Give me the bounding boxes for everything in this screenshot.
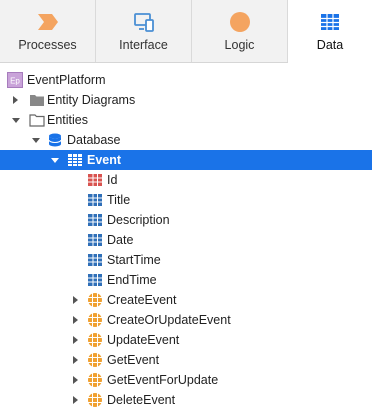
entity-action-icon — [88, 353, 102, 367]
expand-arrow-icon[interactable] — [73, 296, 78, 304]
attribute-icon — [88, 214, 102, 226]
tree-item-event-entity[interactable]: Event — [0, 150, 372, 170]
tree-item-label: Title — [107, 193, 131, 207]
tree-item-label: StartTime — [107, 253, 161, 267]
tree-item-label: CreateOrUpdateEvent — [107, 313, 231, 327]
database-icon — [48, 133, 62, 147]
tree-item-action-updateevent[interactable]: UpdateEvent — [0, 330, 372, 350]
logic-icon — [229, 12, 250, 32]
id-attribute-icon — [88, 174, 102, 186]
tree-item-action-createevent[interactable]: CreateEvent — [0, 290, 372, 310]
tab-data[interactable]: Data — [288, 0, 372, 63]
data-icon — [321, 14, 339, 30]
tree-item-label: Description — [107, 213, 170, 227]
tree-item-action-createorupdateevent[interactable]: CreateOrUpdateEvent — [0, 310, 372, 330]
tab-interface[interactable]: Interface — [96, 0, 192, 62]
tree-item-action-geteventforupdate[interactable]: GetEventForUpdate — [0, 370, 372, 390]
entity-action-icon — [88, 313, 102, 327]
tab-bar: Processes Interface Logic Data — [0, 0, 372, 63]
expand-arrow-icon[interactable] — [73, 376, 78, 384]
tree-item-attribute-date[interactable]: Date — [0, 230, 372, 250]
tab-processes[interactable]: Processes — [0, 0, 96, 62]
tree-item-database[interactable]: Database — [0, 130, 372, 150]
entity-action-icon — [88, 393, 102, 407]
tree-item-entity-diagrams[interactable]: Entity Diagrams — [0, 90, 372, 110]
tree-item-label: Id — [107, 173, 118, 187]
tree-item-attribute-id[interactable]: Id — [0, 170, 372, 190]
tree-item-label: UpdateEvent — [107, 333, 180, 347]
tree-item-action-getevent[interactable]: GetEvent — [0, 350, 372, 370]
tree-item-attribute-starttime[interactable]: StartTime — [0, 250, 372, 270]
attribute-icon — [88, 194, 102, 206]
entity-action-icon — [88, 333, 102, 347]
tab-logic[interactable]: Logic — [192, 0, 288, 62]
tree-item-label: CreateEvent — [107, 293, 177, 307]
tree-item-entities[interactable]: Entities — [0, 110, 372, 130]
tree-item-attribute-description[interactable]: Description — [0, 210, 372, 230]
collapse-arrow-icon[interactable] — [12, 118, 20, 123]
attribute-icon — [88, 274, 102, 286]
tree-item-label: Database — [67, 133, 121, 147]
app-icon: Ep — [7, 72, 23, 88]
folder-icon — [29, 114, 45, 127]
app-icon-badge: Ep — [10, 77, 20, 86]
processes-icon — [37, 14, 58, 30]
expand-arrow-icon[interactable] — [73, 316, 78, 324]
tab-logic-label: Logic — [224, 38, 255, 52]
tree-item-label: Entities — [47, 113, 88, 127]
tree-item-eventplatform[interactable]: Ep EventPlatform — [0, 70, 372, 90]
tab-interface-label: Interface — [119, 38, 168, 52]
collapse-arrow-icon[interactable] — [32, 138, 40, 143]
tree-item-attribute-title[interactable]: Title — [0, 190, 372, 210]
expand-arrow-icon[interactable] — [73, 336, 78, 344]
tree-item-label: GetEventForUpdate — [107, 373, 219, 387]
tree-item-label: EventPlatform — [27, 73, 106, 87]
tree-item-action-deleteevent[interactable]: DeleteEvent — [0, 390, 372, 410]
interface-icon — [133, 13, 154, 32]
tree-item-label: GetEvent — [107, 353, 160, 367]
expand-arrow-icon[interactable] — [73, 356, 78, 364]
attribute-icon — [88, 234, 102, 246]
tab-data-label: Data — [316, 38, 344, 52]
tree-item-label: DeleteEvent — [107, 393, 176, 407]
tree-item-label: Event — [87, 153, 122, 167]
tree-item-label: Entity Diagrams — [47, 93, 136, 107]
expand-arrow-icon[interactable] — [13, 96, 18, 104]
folder-icon — [30, 95, 44, 106]
entity-table-icon — [68, 154, 82, 166]
attribute-icon — [88, 254, 102, 266]
entity-action-icon — [88, 293, 102, 307]
tab-processes-label: Processes — [18, 38, 77, 52]
collapse-arrow-icon[interactable] — [51, 158, 59, 163]
tree-item-label: EndTime — [107, 273, 157, 287]
tree-item-label: Date — [107, 233, 134, 247]
entity-action-icon — [88, 373, 102, 387]
expand-arrow-icon[interactable] — [73, 396, 78, 404]
tree-item-attribute-endtime[interactable]: EndTime — [0, 270, 372, 290]
